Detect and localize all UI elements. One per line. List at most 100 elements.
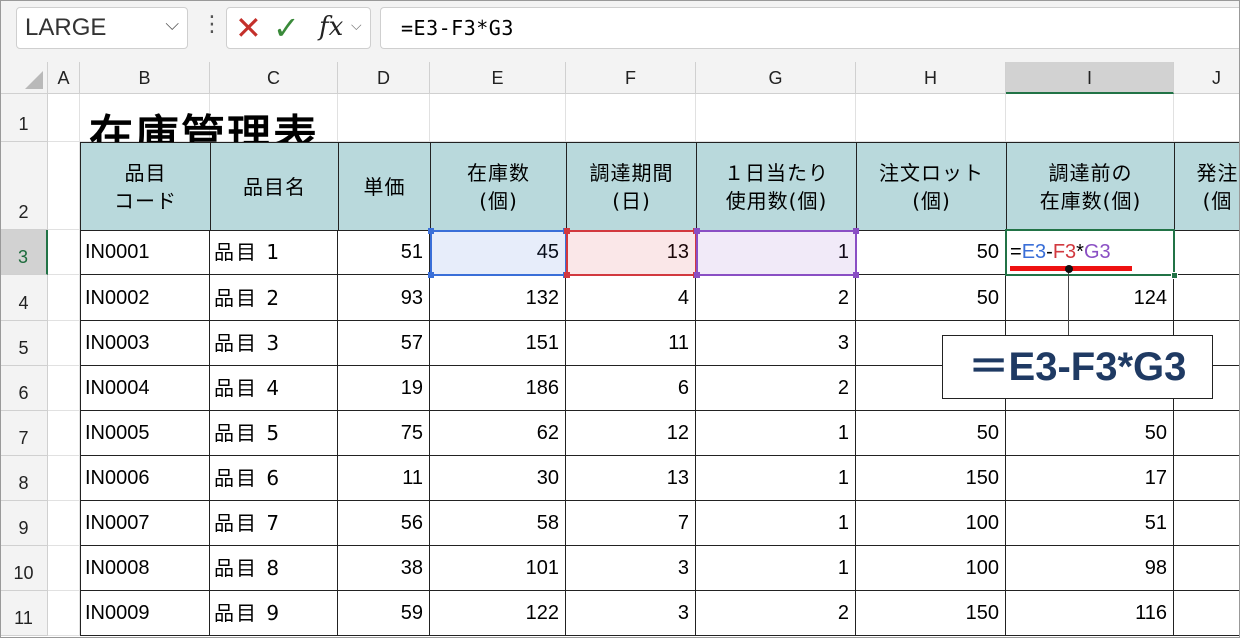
column-header-d[interactable]: D	[338, 62, 430, 94]
table-cell-f4[interactable]: 4	[566, 275, 696, 321]
table-cell-c10[interactable]: 品目 8	[210, 546, 338, 591]
table-cell-c4[interactable]: 品目 2	[210, 275, 338, 321]
table-cell-c5[interactable]: 品目 3	[210, 321, 338, 366]
table-cell-j8[interactable]	[1174, 456, 1240, 501]
table-cell-j3[interactable]	[1174, 230, 1240, 275]
table-cell-d10[interactable]: 38	[338, 546, 430, 591]
table-cell-d5[interactable]: 57	[338, 321, 430, 366]
table-cell-g10[interactable]: 1	[696, 546, 856, 591]
table-header-i[interactable]: 調達前の 在庫数(個)	[1006, 142, 1175, 231]
table-cell-c6[interactable]: 品目 4	[210, 366, 338, 411]
table-cell-b4[interactable]: IN0002	[80, 275, 210, 321]
table-cell-j11[interactable]	[1174, 591, 1240, 636]
cell-a10[interactable]	[48, 546, 80, 591]
column-header-b[interactable]: B	[80, 62, 210, 94]
table-cell-e6[interactable]: 186	[430, 366, 566, 411]
table-cell-h8[interactable]: 150	[856, 456, 1006, 501]
column-header-c[interactable]: C	[210, 62, 338, 94]
chevron-down-icon[interactable]: ⌵	[165, 14, 179, 35]
table-header-c[interactable]: 品目名	[210, 142, 339, 231]
column-header-g[interactable]: G	[696, 62, 856, 94]
table-cell-h10[interactable]: 100	[856, 546, 1006, 591]
table-cell-h9[interactable]: 100	[856, 501, 1006, 546]
more-options-icon[interactable]: ⋮	[201, 12, 223, 37]
cancel-icon[interactable]: ✕	[235, 9, 262, 47]
table-cell-e11[interactable]: 122	[430, 591, 566, 636]
table-cell-h3[interactable]: 50	[856, 230, 1006, 275]
enter-icon[interactable]: ✓	[273, 9, 300, 47]
table-cell-i10[interactable]: 98	[1006, 546, 1174, 591]
cell-a7[interactable]	[48, 411, 80, 456]
table-cell-e4[interactable]: 132	[430, 275, 566, 321]
fill-handle[interactable]	[1171, 272, 1178, 279]
column-header-h[interactable]: H	[856, 62, 1006, 94]
table-cell-b6[interactable]: IN0004	[80, 366, 210, 411]
table-cell-b11[interactable]: IN0009	[80, 591, 210, 636]
table-cell-g9[interactable]: 1	[696, 501, 856, 546]
table-cell-e5[interactable]: 151	[430, 321, 566, 366]
table-cell-e3[interactable]: 45	[430, 230, 566, 275]
cell-a2[interactable]	[48, 142, 80, 230]
table-cell-e10[interactable]: 101	[430, 546, 566, 591]
table-cell-d4[interactable]: 93	[338, 275, 430, 321]
table-header-h[interactable]: 注文ロット (個)	[856, 142, 1007, 231]
table-cell-d6[interactable]: 19	[338, 366, 430, 411]
table-cell-g3[interactable]: 1	[696, 230, 856, 275]
table-cell-h4[interactable]: 50	[856, 275, 1006, 321]
table-cell-f6[interactable]: 6	[566, 366, 696, 411]
cell-h1[interactable]	[856, 94, 1006, 142]
table-cell-j7[interactable]	[1174, 411, 1240, 456]
table-cell-d8[interactable]: 11	[338, 456, 430, 501]
table-cell-j9[interactable]	[1174, 501, 1240, 546]
table-cell-h7[interactable]: 50	[856, 411, 1006, 456]
table-cell-g7[interactable]: 1	[696, 411, 856, 456]
table-cell-d7[interactable]: 75	[338, 411, 430, 456]
table-header-j[interactable]: 発注 (個	[1174, 142, 1240, 231]
table-cell-i4[interactable]: 124	[1006, 275, 1174, 321]
column-header-i[interactable]: I	[1006, 62, 1174, 94]
table-cell-f10[interactable]: 3	[566, 546, 696, 591]
cell-a3[interactable]	[48, 230, 80, 275]
row-header-4[interactable]: 4	[0, 275, 48, 321]
column-header-f[interactable]: F	[566, 62, 696, 94]
table-cell-g8[interactable]: 1	[696, 456, 856, 501]
table-cell-f11[interactable]: 3	[566, 591, 696, 636]
cell-a8[interactable]	[48, 456, 80, 501]
table-cell-c3[interactable]: 品目 1	[210, 230, 338, 275]
table-cell-b3[interactable]: IN0001	[80, 230, 210, 275]
table-cell-c9[interactable]: 品目 7	[210, 501, 338, 546]
table-cell-d11[interactable]: 59	[338, 591, 430, 636]
table-header-b[interactable]: 品目 コード	[80, 142, 211, 231]
cell-a1[interactable]	[48, 94, 80, 142]
row-header-9[interactable]: 9	[0, 501, 48, 546]
row-header-6[interactable]: 6	[0, 366, 48, 411]
table-cell-j10[interactable]	[1174, 546, 1240, 591]
table-cell-f9[interactable]: 7	[566, 501, 696, 546]
cell-j1[interactable]	[1174, 94, 1240, 142]
cell-f1[interactable]	[566, 94, 696, 142]
name-box[interactable]: LARGE ⌵	[16, 7, 188, 49]
table-cell-e9[interactable]: 58	[430, 501, 566, 546]
cell-a9[interactable]	[48, 501, 80, 546]
table-header-g[interactable]: １日当たり 使用数(個)	[696, 142, 857, 231]
chevron-down-icon[interactable]: ⌵	[351, 18, 362, 34]
table-cell-f8[interactable]: 13	[566, 456, 696, 501]
row-header-3[interactable]: 3	[0, 230, 48, 275]
table-cell-b9[interactable]: IN0007	[80, 501, 210, 546]
table-cell-i9[interactable]: 51	[1006, 501, 1174, 546]
table-cell-e8[interactable]: 30	[430, 456, 566, 501]
table-cell-b10[interactable]: IN0008	[80, 546, 210, 591]
row-header-2[interactable]: 2	[0, 142, 48, 230]
table-header-d[interactable]: 単価	[338, 142, 431, 231]
formula-input[interactable]: =E3-F3*G3	[380, 7, 1240, 49]
row-header-8[interactable]: 8	[0, 456, 48, 501]
table-cell-b5[interactable]: IN0003	[80, 321, 210, 366]
table-cell-g5[interactable]: 3	[696, 321, 856, 366]
table-cell-d9[interactable]: 56	[338, 501, 430, 546]
table-cell-h11[interactable]: 150	[856, 591, 1006, 636]
cell-a4[interactable]	[48, 275, 80, 321]
table-cell-c8[interactable]: 品目 6	[210, 456, 338, 501]
table-cell-e7[interactable]: 62	[430, 411, 566, 456]
table-cell-g4[interactable]: 2	[696, 275, 856, 321]
select-all-button[interactable]	[0, 62, 48, 94]
